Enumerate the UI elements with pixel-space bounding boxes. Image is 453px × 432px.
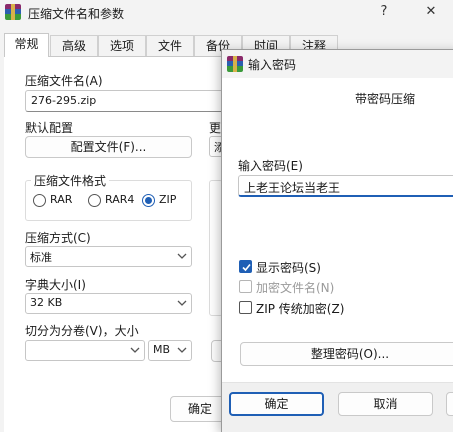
zip-legacy-encryption-checkbox[interactable]	[239, 301, 252, 314]
dialog-cancel-button[interactable]: 取消	[338, 392, 433, 416]
format-rar-radio[interactable]	[33, 194, 46, 207]
update-mode-label: 更	[209, 121, 222, 135]
dialog-ok-button[interactable]: 确定	[229, 392, 324, 416]
main-titlebar: 压缩文件名和参数 ? ✕	[0, 0, 453, 26]
method-value: 标准	[30, 251, 52, 264]
dict-label: 字典大小(I)	[25, 278, 86, 292]
profile-button[interactable]: 配置文件(F)...	[25, 136, 192, 158]
format-rar4-label: RAR4	[105, 193, 135, 206]
archive-name-label: 压缩文件名(A)	[25, 74, 103, 88]
dialog-heading: 带密码压缩	[355, 92, 416, 106]
tab-options[interactable]: 选项	[98, 35, 146, 56]
format-zip-radio[interactable]	[142, 194, 155, 207]
tab-general[interactable]: 常规	[4, 33, 49, 57]
split-size-combo[interactable]	[25, 340, 145, 361]
dict-value: 32 KB	[30, 296, 63, 309]
dialog-help-button[interactable]	[446, 392, 453, 416]
tab-advanced[interactable]: 高级	[50, 35, 98, 56]
chevron-down-icon	[177, 300, 187, 306]
organize-passwords-button[interactable]: 整理密码(O)...	[240, 342, 453, 366]
close-button[interactable]: ✕	[421, 3, 441, 21]
zip-legacy-encryption-label: ZIP 传统加密(Z)	[256, 302, 345, 316]
encrypt-filenames-checkbox[interactable]	[239, 280, 252, 293]
dialog-titlebar: 输入密码	[222, 50, 453, 78]
help-button[interactable]: ?	[374, 3, 394, 21]
split-unit-select[interactable]: MB	[148, 340, 192, 361]
winrar-app-icon	[227, 56, 243, 72]
format-rar-label: RAR	[50, 193, 73, 206]
show-password-label: 显示密码(S)	[256, 261, 321, 275]
dialog-title: 输入密码	[248, 58, 297, 72]
format-rar4-radio[interactable]	[88, 194, 101, 207]
tab-files[interactable]: 文件	[146, 35, 194, 56]
checkmark-icon	[242, 263, 251, 272]
split-unit-value: MB	[153, 343, 171, 356]
chevron-down-icon	[177, 347, 187, 353]
dialog-body	[222, 78, 453, 424]
method-select[interactable]: 标准	[25, 246, 192, 267]
format-zip-label: ZIP	[159, 193, 177, 206]
main-window-title: 压缩文件名和参数	[28, 7, 125, 21]
format-group-label: 压缩文件格式	[31, 172, 110, 189]
dict-select[interactable]: 32 KB	[25, 293, 192, 314]
chevron-down-icon	[130, 347, 140, 353]
default-profile-label: 默认配置	[25, 121, 74, 135]
chevron-down-icon	[177, 253, 187, 259]
password-dialog: 输入密码 带密码压缩 输入密码(E) 上老王论坛当老王 显示密码(S) 加密文件…	[221, 49, 453, 432]
password-label: 输入密码(E)	[238, 159, 303, 173]
winrar-app-icon	[5, 4, 21, 20]
split-label: 切分为分卷(V)，大小	[25, 324, 139, 338]
encrypt-filenames-label: 加密文件名(N)	[256, 281, 335, 295]
archive-name-input[interactable]: 276-295.zip	[25, 90, 235, 112]
method-label: 压缩方式(C)	[25, 231, 91, 245]
show-password-checkbox[interactable]	[239, 260, 252, 273]
dialog-footer: 确定 取消	[222, 382, 453, 432]
password-input[interactable]: 上老王论坛当老王	[238, 175, 453, 197]
